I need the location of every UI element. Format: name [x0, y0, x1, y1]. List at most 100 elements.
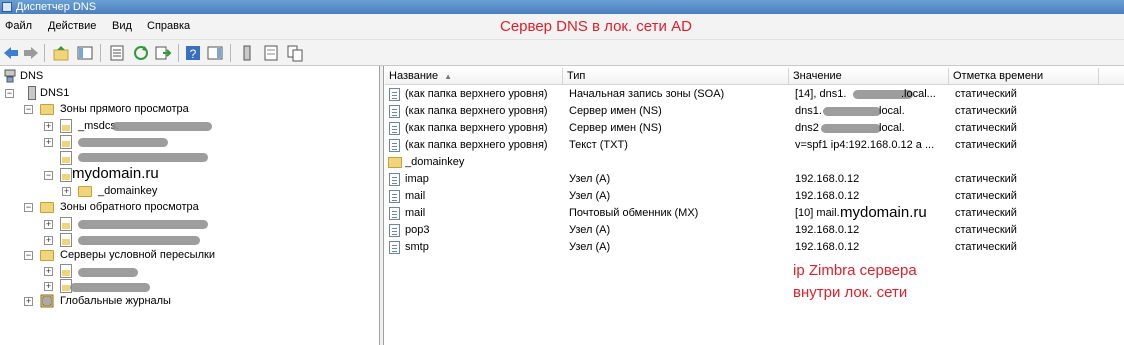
column-header-timestamp[interactable]: Отметка времени	[949, 68, 1099, 85]
tree-item-zone[interactable]	[4, 150, 304, 166]
list-icon[interactable]	[262, 44, 280, 62]
record-name: mail	[405, 207, 426, 219]
tree-item-reverse-zones[interactable]: − Зоны обратного просмотра	[4, 199, 304, 215]
record-name: pop3	[405, 224, 430, 236]
table-row[interactable]: pop3 Узел (A) 192.168.0.12 статический	[385, 222, 1124, 239]
tree-label: DNS	[20, 70, 44, 82]
expand-toggle[interactable]: +	[44, 267, 53, 276]
menu-file[interactable]: Файл	[5, 20, 32, 32]
record-timestamp: статический	[955, 173, 1017, 185]
redaction	[112, 122, 212, 131]
record-timestamp: статический	[955, 241, 1017, 253]
zone-icon	[60, 151, 72, 165]
expand-toggle[interactable]: +	[62, 187, 71, 196]
tree-label: Зоны обратного просмотра	[60, 201, 199, 213]
collapse-toggle[interactable]: −	[5, 89, 14, 98]
menu-help[interactable]: Справка	[147, 20, 190, 32]
properties-icon[interactable]	[108, 44, 126, 62]
record-icon	[389, 207, 400, 220]
tree-item-zone[interactable]: +	[4, 134, 304, 150]
table-row[interactable]: imap Узел (A) 192.168.0.12 статический	[385, 171, 1124, 188]
tree-item-zone[interactable]: +	[4, 232, 304, 248]
tree-label: Зоны прямого просмотра	[60, 103, 189, 115]
record-timestamp: статический	[955, 139, 1017, 151]
tree-item-conditional-forwarders[interactable]: − Серверы условной пересылки	[4, 247, 304, 263]
column-header-label: Значение	[793, 70, 842, 82]
table-row[interactable]: smtp Узел (A) 192.168.0.12 статический	[385, 239, 1124, 256]
annotation-zimbra-ip: ip Zimbra сервера внутри лок. сети	[793, 260, 917, 304]
record-type: Узел (A)	[569, 224, 611, 236]
tree-item-global-logs[interactable]: + Глобальные журналы	[4, 293, 304, 309]
collapse-toggle[interactable]: −	[24, 105, 33, 114]
server-icon	[28, 86, 36, 100]
tree-item-server[interactable]: − DNS1	[4, 85, 204, 101]
help-icon[interactable]: ?	[184, 44, 202, 62]
table-row[interactable]: mail Почтовый обменник (MX) [10] mail. m…	[385, 204, 1124, 222]
expand-toggle[interactable]: +	[44, 220, 53, 229]
zone-icon	[60, 217, 72, 231]
record-icon	[389, 122, 400, 135]
annotation-line: ip Zimbra сервера	[793, 262, 917, 279]
tree-item-forwarder[interactable]: +	[4, 263, 304, 279]
folder-icon	[40, 202, 54, 213]
record-type: Сервер имен (NS)	[569, 122, 662, 134]
collapse-toggle[interactable]: −	[44, 171, 53, 180]
tree-item-domainkey[interactable]: + _domainkey	[4, 183, 304, 199]
tree-label: Серверы условной пересылки	[60, 249, 215, 261]
column-header-type[interactable]: Тип	[563, 68, 789, 85]
export-list-icon[interactable]	[154, 44, 172, 62]
expand-toggle[interactable]: +	[44, 138, 53, 147]
menu-action[interactable]: Действие	[48, 20, 96, 32]
record-name: smtp	[405, 241, 429, 253]
expand-toggle[interactable]: +	[44, 236, 53, 245]
show-action-pane-icon[interactable]	[206, 44, 224, 62]
zone-icon	[60, 233, 72, 247]
server-icon[interactable]	[238, 44, 256, 62]
folder-icon	[40, 104, 54, 115]
table-row[interactable]: (как папка верхнего уровня) Сервер имен …	[385, 120, 1124, 137]
table-row[interactable]: (как папка верхнего уровня) Текст (TXT) …	[385, 137, 1124, 154]
redaction	[823, 107, 881, 116]
record-icon	[389, 88, 400, 101]
up-folder-icon[interactable]	[52, 44, 70, 62]
tree-item-forward-zones[interactable]: − Зоны прямого просмотра	[4, 101, 304, 117]
folder-icon	[78, 186, 92, 197]
folder-icon	[388, 157, 402, 168]
expand-toggle[interactable]: +	[44, 282, 53, 291]
collapse-toggle[interactable]: −	[24, 203, 33, 212]
table-row[interactable]: (как папка верхнего уровня) Начальная за…	[385, 86, 1124, 103]
menu-view[interactable]: Вид	[112, 20, 132, 32]
title-bar: Диспетчер DNS	[0, 0, 1124, 14]
refresh-icon[interactable]	[132, 44, 150, 62]
column-header-label: Тип	[567, 70, 586, 82]
expand-toggle[interactable]: +	[24, 297, 33, 306]
copy-icon[interactable]	[286, 44, 304, 62]
toolbar-separator	[44, 44, 45, 62]
forward-arrow-icon[interactable]	[22, 44, 40, 62]
back-arrow-icon[interactable]	[2, 44, 20, 62]
record-timestamp: статический	[955, 207, 1017, 219]
tree-item-zone[interactable]: +	[4, 216, 304, 232]
annotation-line: внутри лок. сети	[793, 284, 908, 301]
record-timestamp: статический	[955, 190, 1017, 202]
column-header-name[interactable]: Название ▲	[385, 68, 563, 85]
show-hide-tree-icon[interactable]	[76, 44, 94, 62]
record-value: 192.168.0.12	[795, 224, 860, 236]
console-tree: DNS − DNS1 − Зоны прямого просмотра + _m…	[0, 66, 380, 345]
dns-manager-icon	[2, 2, 12, 12]
record-value-suffix: .local...	[901, 88, 936, 100]
pane-splitter[interactable]	[380, 66, 384, 345]
tree-item-dns[interactable]: DNS	[4, 68, 204, 84]
table-row[interactable]: (как папка верхнего уровня) Сервер имен …	[385, 103, 1124, 120]
record-name: imap	[405, 173, 429, 185]
record-type: Узел (A)	[569, 241, 611, 253]
expand-toggle[interactable]: +	[44, 122, 53, 131]
tree-item-zone[interactable]: + _msdcs.	[4, 118, 304, 134]
table-row[interactable]: mail Узел (A) 192.168.0.12 статический	[385, 188, 1124, 205]
table-row[interactable]: _domainkey	[385, 154, 1124, 171]
record-type: Узел (A)	[569, 190, 611, 202]
collapse-toggle[interactable]: −	[24, 251, 33, 260]
column-header-value[interactable]: Значение	[789, 68, 949, 85]
tree-item-forwarder[interactable]: +	[4, 278, 304, 294]
record-type: Сервер имен (NS)	[569, 105, 662, 117]
